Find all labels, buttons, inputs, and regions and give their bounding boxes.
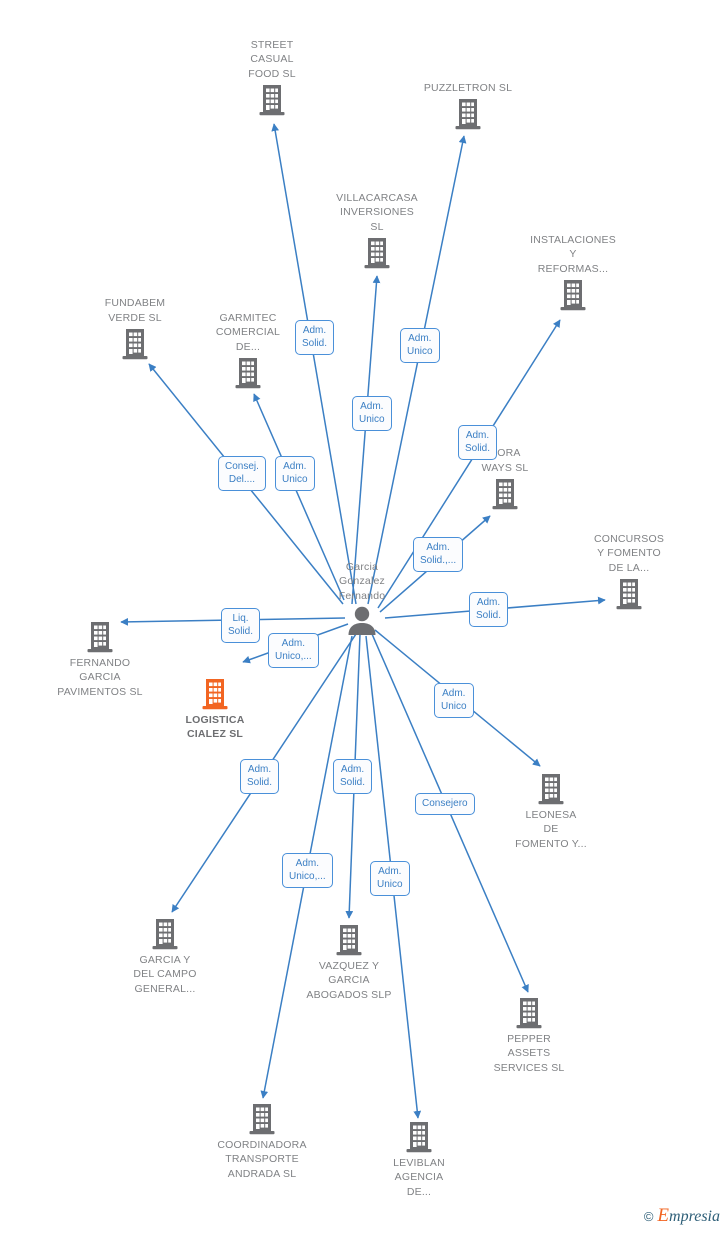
node-instalaciones-reformas[interactable]: INSTALACIONES Y REFORMAS... [503,233,643,312]
edge-label-e-fundabem[interactable]: Consej. Del.... [218,456,266,491]
empresia-watermark: © Empresia [644,1205,720,1227]
brand-name: Empresia [657,1205,720,1227]
building-icon [459,996,599,1030]
building-icon [145,677,285,711]
node-center[interactable]: Garcia Gonzalez Fernando [292,560,432,636]
building-icon [307,236,447,270]
building-icon [503,278,643,312]
edge-label-e-street-casual-food[interactable]: Adm. Unico [352,396,392,431]
edge-label-e-puzzletron[interactable]: Adm. Unico [400,328,440,363]
node-leviblan-agencia[interactable]: LEVIBLAN AGENCIA DE... [349,1120,489,1199]
node-logistica-cialez[interactable]: LOGISTICA CIALEZ SL [145,677,285,742]
node-label-logistica-cialez: LOGISTICA CIALEZ SL [185,714,245,741]
node-pepper-assets-services[interactable]: PEPPER ASSETS SERVICES SL [459,996,599,1075]
edge-label-e-fernando-garcia-pavimentos[interactable]: Liq. Solid. [221,608,261,643]
building-icon [192,1102,332,1136]
building-icon [279,923,419,957]
node-label-villacarcasa-inversiones: VILLACARCASA INVERSIONES SL [336,191,418,233]
node-label-vazquez-garcia-abogados: VAZQUEZ Y GARCIA ABOGADOS SLP [306,960,392,1001]
edge-label-e-coordinadora[interactable]: Adm. Unico,... [282,853,333,888]
node-label-pepper-assets-services: PEPPER ASSETS SERVICES SL [493,1033,565,1074]
edge-label-e-villacarcasa[interactable]: Adm. Solid. [295,320,335,355]
edge-label-e-pepper-assets[interactable]: Consejero [415,793,475,815]
node-label-garcia-del-campo: GARCIA Y DEL CAMPO GENERAL... [133,954,197,995]
edge-label-e-garmitec[interactable]: Adm. Unico [275,456,315,491]
node-street-casual-food[interactable]: STREET CASUAL FOOD SL [202,38,342,117]
node-garcia-del-campo[interactable]: GARCIA Y DEL CAMPO GENERAL... [95,917,235,996]
node-leonesa-fomento[interactable]: LEONESA DE FOMENTO Y... [481,772,621,851]
building-icon [559,577,699,611]
building-icon [398,97,538,131]
node-concursos-fomento[interactable]: CONCURSOS Y FOMENTO DE LA... [559,532,699,611]
person-icon [292,605,432,636]
copyright-icon: © [643,1208,654,1224]
node-label-leviblan-agencia: LEVIBLAN AGENCIA DE... [393,1157,445,1198]
node-label-center: Garcia Gonzalez Fernando [338,560,386,602]
relationship-graph: Garcia Gonzalez Fernando STREET CASUAL FO… [0,0,728,1235]
edge-label-e-vazquez-garcia[interactable]: Adm. Solid. [333,759,373,794]
edge-label-e-leonesa-fomento[interactable]: Adm. Unico [434,683,474,718]
edge-e-villacarcasa [351,275,381,605]
edge-label-e-logistica-cialez[interactable]: Adm. Unico,... [268,633,319,668]
brand-rest: mpresia [669,1208,720,1225]
building-icon [178,356,318,390]
node-vazquez-garcia-abogados[interactable]: VAZQUEZ Y GARCIA ABOGADOS SLP [279,923,419,1002]
node-label-coordinadora-transporte: COORDINADORA TRANSPORTE ANDRADA SL [217,1139,307,1180]
building-icon [95,917,235,951]
node-coordinadora-transporte[interactable]: COORDINADORA TRANSPORTE ANDRADA SL [192,1102,332,1181]
edge-label-e-leviblan[interactable]: Adm. Unico [370,861,410,896]
building-icon [30,620,170,654]
node-label-dora-ways: DORA WAYS SL [481,447,529,474]
building-icon [481,772,621,806]
brand-initial: E [657,1205,670,1226]
node-dora-ways[interactable]: DORA WAYS SL [435,446,575,511]
node-label-instalaciones-reformas: INSTALACIONES Y REFORMAS... [530,233,616,275]
edge-label-e-dora-ways[interactable]: Adm. Solid.,... [413,537,464,572]
node-label-leonesa-fomento: LEONESA DE FOMENTO Y... [515,809,587,850]
edge-label-e-concursos[interactable]: Adm. Solid. [469,592,509,627]
edge-label-e-instalaciones[interactable]: Adm. Solid. [458,425,498,460]
node-label-puzzletron: PUZZLETRON SL [423,81,513,94]
building-icon [349,1120,489,1154]
node-label-concursos-fomento: CONCURSOS Y FOMENTO DE LA... [593,532,665,574]
node-label-street-casual-food: STREET CASUAL FOOD SL [248,38,296,80]
building-icon [202,83,342,117]
edge-label-e-garcia-del-campo[interactable]: Adm. Solid. [240,759,280,794]
node-puzzletron[interactable]: PUZZLETRON SL [398,81,538,131]
building-icon [435,477,575,511]
node-villacarcasa-inversiones[interactable]: VILLACARCASA INVERSIONES SL [307,191,447,270]
